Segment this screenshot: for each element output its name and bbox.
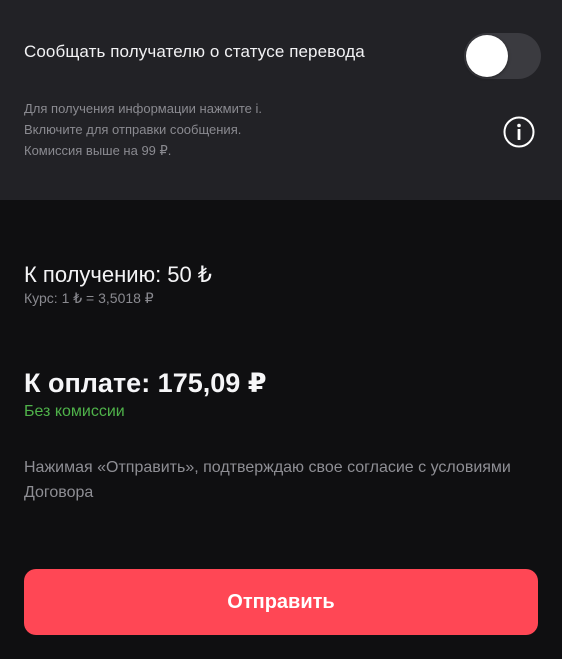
pay-amount: К оплате: 175,09 ₽ bbox=[24, 368, 267, 398]
receive-amount: К получению: 50 ₺ bbox=[24, 262, 212, 287]
hint-line-fee: Комиссия выше на 99 ₽. bbox=[24, 143, 172, 158]
notification-settings-card: Сообщать получателю о статусе перевода Д… bbox=[0, 0, 562, 200]
hint-line-enable: Включите для отправки сообщения. bbox=[24, 122, 242, 137]
notification-hint: Для получения информации нажмите i. Вклю… bbox=[24, 98, 454, 161]
notify-recipient-toggle[interactable] bbox=[464, 33, 541, 79]
transfer-confirmation-screen: Сообщать получателю о статусе перевода Д… bbox=[0, 0, 562, 659]
consent-text: Нажимая «Отправить», подтверждаю свое со… bbox=[24, 459, 511, 501]
toggle-knob bbox=[466, 35, 508, 77]
info-circle-icon[interactable] bbox=[503, 116, 535, 148]
send-button[interactable]: Отправить bbox=[24, 569, 538, 635]
exchange-rate: Курс: 1 ₺ = 3,5018 ₽ bbox=[24, 290, 154, 306]
hint-line-info: Для получения информации нажмите i. bbox=[24, 101, 263, 116]
fee-note: Без комиссии bbox=[24, 403, 125, 420]
notify-recipient-label: Сообщать получателю о статусе перевода bbox=[24, 42, 365, 61]
